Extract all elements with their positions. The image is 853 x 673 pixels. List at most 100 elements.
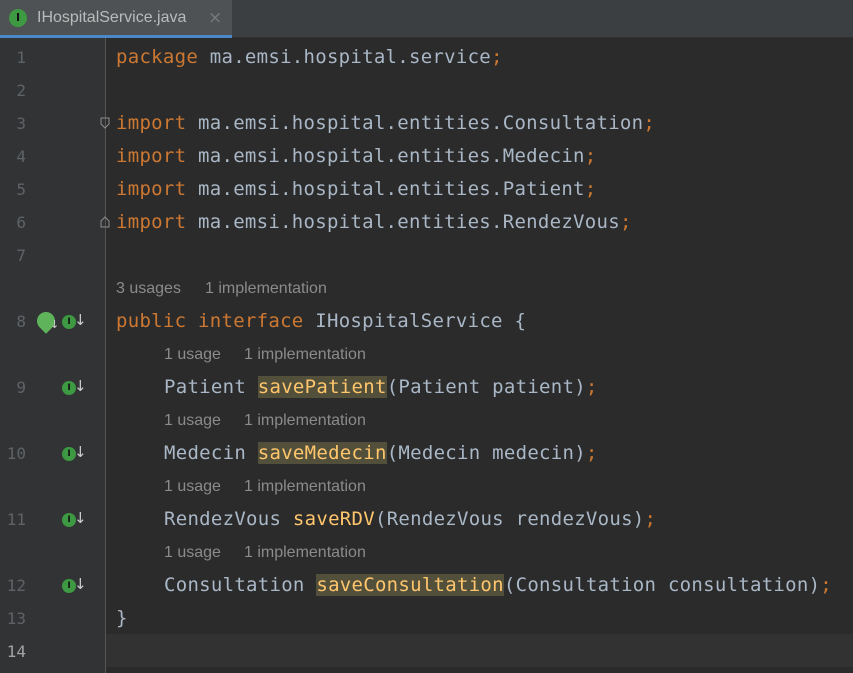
return-type: Consultation bbox=[164, 574, 317, 596]
arrow-down-icon: ↓ bbox=[74, 377, 87, 395]
keyword-import: import bbox=[116, 145, 187, 167]
inlay-hint-row: 3 usages 1 implementation bbox=[0, 272, 853, 305]
line-number: 9 bbox=[16, 378, 26, 397]
editor-tab-bar: I IHospitalService.java × bbox=[0, 0, 853, 38]
code-line-13: 13 } bbox=[0, 602, 853, 635]
return-type: Medecin bbox=[164, 442, 258, 464]
line-number: 8 bbox=[16, 312, 26, 331]
method-name: saveConsultation bbox=[316, 574, 504, 596]
implementation-hint[interactable]: 1 implementation bbox=[244, 536, 366, 569]
package-name: ma.emsi.hospital.service bbox=[198, 46, 492, 68]
code-line-5: 5 import ma.emsi.hospital.entities.Patie… bbox=[0, 173, 853, 206]
arrow-down-icon: ↓ bbox=[74, 575, 87, 593]
inlay-hint-row: 1 usage 1 implementation bbox=[0, 404, 853, 437]
usages-hint[interactable]: 1 usage bbox=[164, 404, 221, 437]
code-line-3: 3 import ma.emsi.hospital.entities.Consu… bbox=[0, 107, 853, 140]
semicolon: ; bbox=[644, 508, 657, 530]
fold-end-icon[interactable] bbox=[100, 216, 110, 228]
implementation-hint[interactable]: 1 implementation bbox=[244, 338, 366, 371]
close-icon[interactable]: × bbox=[208, 8, 222, 28]
semicolon: ; bbox=[820, 574, 833, 596]
implementation-hint[interactable]: 1 implementation bbox=[205, 272, 327, 305]
code-line-7: 7 bbox=[0, 239, 853, 272]
code-line-2: 2 bbox=[0, 74, 853, 107]
line-number: 10 bbox=[6, 444, 26, 463]
semicolon: ; bbox=[619, 211, 632, 233]
return-type: Patient bbox=[164, 376, 258, 398]
implementation-hint[interactable]: 1 implementation bbox=[244, 470, 366, 503]
code-text[interactable]: Consultation saveConsultation(Consultati… bbox=[164, 569, 832, 602]
arrow-down-icon: ↓ bbox=[74, 509, 87, 527]
line-number: 1 bbox=[16, 48, 26, 67]
inlay-hint-row: 1 usage 1 implementation bbox=[0, 536, 853, 569]
inlay-hint-row: 1 usage 1 implementation bbox=[0, 338, 853, 371]
usages-hint[interactable]: 1 usage bbox=[164, 536, 221, 569]
arrow-down-icon: ↓ bbox=[74, 443, 87, 461]
method-params: (Consultation consultation) bbox=[503, 574, 821, 596]
line-number: 3 bbox=[16, 114, 26, 133]
interface-icon: I bbox=[9, 9, 27, 27]
arrow-down-icon: ↓ bbox=[74, 311, 87, 329]
keyword-import: import bbox=[116, 112, 187, 134]
code-line-1: 1 package ma.emsi.hospital.service; bbox=[0, 41, 853, 74]
tab-label: IHospitalService.java bbox=[37, 9, 187, 26]
arrow-down-icon: ↓ bbox=[50, 318, 60, 331]
code-line-4: 4 import ma.emsi.hospital.entities.Medec… bbox=[0, 140, 853, 173]
semicolon: ; bbox=[585, 442, 598, 464]
keyword-public: public bbox=[116, 310, 187, 332]
code-line-12: 12 I ↓ Consultation saveConsultation(Con… bbox=[0, 569, 853, 602]
code-text[interactable]: public interface IHospitalService { bbox=[116, 305, 526, 338]
code-line-9: 9 I ↓ Patient savePatient(Patient patien… bbox=[0, 371, 853, 404]
semicolon: ; bbox=[491, 46, 503, 68]
closing-brace[interactable]: } bbox=[116, 602, 128, 635]
code-text[interactable]: package ma.emsi.hospital.service; bbox=[116, 41, 503, 74]
method-params: (Patient patient) bbox=[386, 376, 586, 398]
implementation-hint[interactable]: 1 implementation bbox=[244, 404, 366, 437]
code-text[interactable]: Patient savePatient(Patient patient); bbox=[164, 371, 598, 404]
inlay-hint-row: 1 usage 1 implementation bbox=[0, 470, 853, 503]
code-line-11: 11 I ↓ RendezVous saveRDV(RendezVous ren… bbox=[0, 503, 853, 536]
code-text[interactable]: RendezVous saveRDV(RendezVous rendezVous… bbox=[164, 503, 656, 536]
keyword-interface: interface bbox=[186, 310, 304, 332]
line-number: 6 bbox=[16, 213, 26, 232]
code-text[interactable]: import ma.emsi.hospital.entities.RendezV… bbox=[116, 206, 632, 239]
import-path: ma.emsi.hospital.entities.RendezVous bbox=[186, 211, 620, 233]
import-path: ma.emsi.hospital.entities.Patient bbox=[186, 178, 585, 200]
import-path: ma.emsi.hospital.entities.Consultation bbox=[186, 112, 644, 134]
semicolon: ; bbox=[584, 145, 597, 167]
line-number: 5 bbox=[16, 180, 26, 199]
interface-name: IHospitalService { bbox=[303, 310, 527, 332]
keyword-import: import bbox=[116, 211, 187, 233]
tab-ihospitalservice[interactable]: I IHospitalService.java × bbox=[0, 0, 232, 38]
usages-hint[interactable]: 3 usages bbox=[116, 272, 181, 305]
line-number: 2 bbox=[16, 81, 26, 100]
line-number: 12 bbox=[6, 576, 26, 595]
code-line-14: 14 bbox=[0, 635, 853, 668]
method-name: saveRDV bbox=[292, 508, 375, 530]
line-number: 13 bbox=[6, 609, 26, 628]
code-text[interactable]: import ma.emsi.hospital.entities.Consult… bbox=[116, 107, 655, 140]
method-name: savePatient bbox=[257, 376, 387, 398]
semicolon: ; bbox=[584, 178, 597, 200]
semicolon: ; bbox=[643, 112, 656, 134]
code-text[interactable]: import ma.emsi.hospital.entities.Medecin… bbox=[116, 140, 597, 173]
usages-hint[interactable]: 1 usage bbox=[164, 338, 221, 371]
line-number: 4 bbox=[16, 147, 26, 166]
keyword-package: package bbox=[116, 46, 199, 68]
line-number: 11 bbox=[6, 510, 26, 529]
code-text[interactable]: Medecin saveMedecin(Medecin medecin); bbox=[164, 437, 598, 470]
method-name: saveMedecin bbox=[257, 442, 387, 464]
keyword-import: import bbox=[116, 178, 187, 200]
code-line-10: 10 I ↓ Medecin saveMedecin(Medecin medec… bbox=[0, 437, 853, 470]
code-line-8: 8 ↓ I ↓ public interface IHospitalServic… bbox=[0, 305, 853, 338]
import-path: ma.emsi.hospital.entities.Medecin bbox=[186, 145, 585, 167]
line-number: 7 bbox=[16, 246, 26, 265]
line-number: 14 bbox=[6, 642, 26, 661]
return-type: RendezVous bbox=[164, 508, 293, 530]
code-text[interactable]: import ma.emsi.hospital.entities.Patient… bbox=[116, 173, 597, 206]
semicolon: ; bbox=[585, 376, 598, 398]
fold-start-icon[interactable] bbox=[100, 117, 110, 129]
code-line-6: 6 import ma.emsi.hospital.entities.Rende… bbox=[0, 206, 853, 239]
method-params: (RendezVous rendezVous) bbox=[374, 508, 645, 530]
usages-hint[interactable]: 1 usage bbox=[164, 470, 221, 503]
